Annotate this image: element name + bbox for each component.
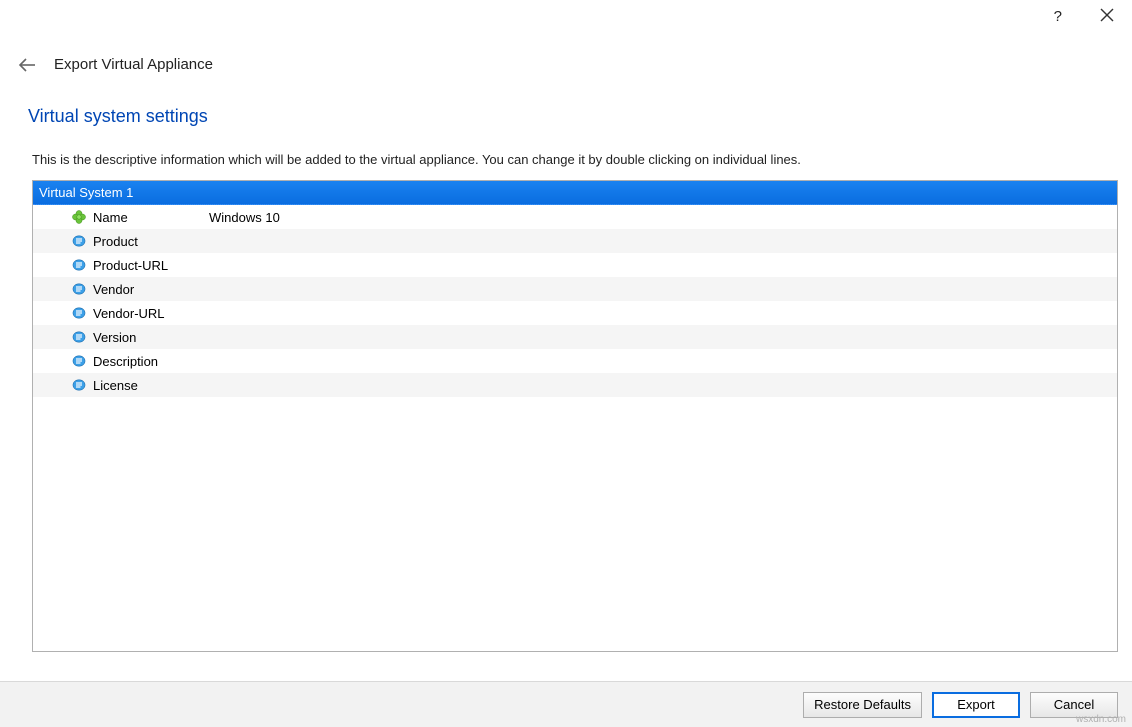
restore-defaults-button[interactable]: Restore Defaults xyxy=(803,692,922,718)
help-icon[interactable]: ? xyxy=(1054,8,1062,25)
row-label: Vendor-URL xyxy=(93,306,209,321)
wizard-title: Export Virtual Appliance xyxy=(54,56,213,73)
row-label: Product xyxy=(93,234,209,249)
row-value[interactable]: Windows 10 xyxy=(209,210,1117,225)
table-row[interactable]: Vendor xyxy=(33,277,1117,301)
text-field-icon xyxy=(71,353,87,369)
table-row[interactable]: Product-URL xyxy=(33,253,1117,277)
text-field-icon xyxy=(71,329,87,345)
row-label: Version xyxy=(93,330,209,345)
row-label: Name xyxy=(93,210,209,225)
watermark: wsxdn.com xyxy=(1076,714,1126,725)
text-field-icon xyxy=(71,305,87,321)
text-field-icon xyxy=(71,377,87,393)
row-label: Vendor xyxy=(93,282,209,297)
back-arrow-icon[interactable] xyxy=(18,58,36,72)
table-row[interactable]: Version xyxy=(33,325,1117,349)
virtual-system-group-header[interactable]: Virtual System 1 xyxy=(33,181,1117,205)
table-row[interactable]: Description xyxy=(33,349,1117,373)
row-label: Product-URL xyxy=(93,258,209,273)
text-field-icon xyxy=(71,233,87,249)
row-label: License xyxy=(93,378,209,393)
virtual-system-table: Virtual System 1 NameWindows 10ProductPr… xyxy=(32,180,1118,652)
export-button[interactable]: Export xyxy=(932,692,1020,718)
table-row[interactable]: NameWindows 10 xyxy=(33,205,1117,229)
text-field-icon xyxy=(71,281,87,297)
export-appliance-dialog: ? Export Virtual Appliance Virtual syste… xyxy=(0,0,1132,727)
page-heading: Virtual system settings xyxy=(28,106,208,127)
titlebar: ? xyxy=(1054,0,1132,40)
table-row[interactable]: License xyxy=(33,373,1117,397)
clover-icon xyxy=(71,209,87,225)
table-row[interactable]: Product xyxy=(33,229,1117,253)
close-icon[interactable] xyxy=(1100,8,1114,25)
text-field-icon xyxy=(71,257,87,273)
button-bar: Restore Defaults Export Cancel xyxy=(0,681,1132,727)
page-description: This is the descriptive information whic… xyxy=(32,152,801,167)
row-label: Description xyxy=(93,354,209,369)
table-row[interactable]: Vendor-URL xyxy=(33,301,1117,325)
wizard-header: Export Virtual Appliance xyxy=(18,56,213,73)
